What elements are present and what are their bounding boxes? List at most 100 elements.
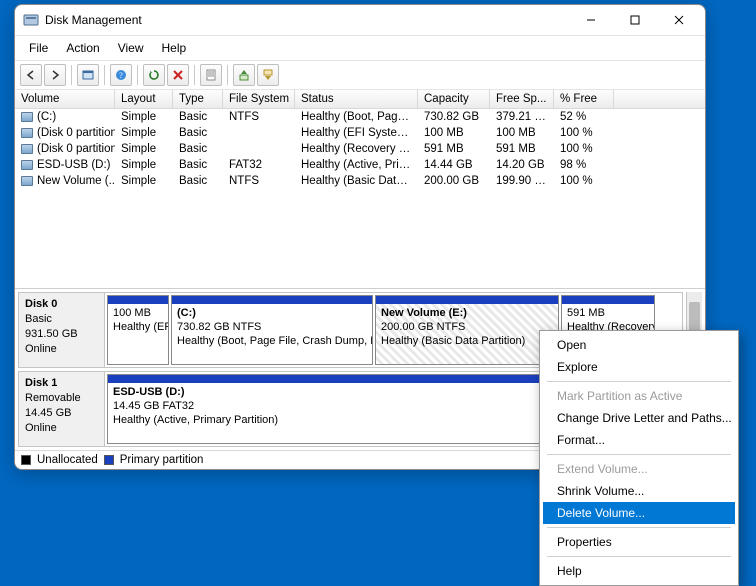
disk-kind: Basic (25, 312, 98, 327)
context-separator (547, 381, 731, 382)
window-controls (569, 5, 701, 35)
disk-state: Online (25, 421, 98, 436)
volume-type: Basic (173, 125, 223, 141)
partition-status: Healthy (Basic Data Partition) (381, 335, 553, 349)
menu-bar: File Action View Help (15, 35, 705, 60)
menu-view[interactable]: View (110, 38, 152, 58)
toolbar-separator (137, 65, 138, 85)
volume-row[interactable]: (Disk 0 partition 5)SimpleBasicHealthy (… (15, 141, 705, 157)
menu-action[interactable]: Action (58, 38, 107, 58)
volume-capacity: 591 MB (418, 141, 490, 157)
context-menu: OpenExplore Mark Partition as ActiveChang… (539, 330, 739, 586)
volume-name: (Disk 0 partition 1) (37, 127, 115, 139)
disk-size: 14.45 GB (25, 406, 98, 421)
partition-label: (C:) (177, 307, 367, 321)
volume-column-headers: Volume Layout Type File System Status Ca… (15, 90, 705, 109)
context-item: Extend Volume... (543, 458, 735, 480)
context-item[interactable]: Shrink Volume... (543, 480, 735, 502)
volume-free: 379.21 GB (490, 109, 554, 125)
volume-capacity: 200.00 GB (418, 173, 490, 189)
col-free-space[interactable]: Free Sp... (490, 90, 554, 108)
context-separator (547, 527, 731, 528)
volume-icon (21, 160, 33, 170)
minimize-button[interactable] (569, 5, 613, 35)
partition[interactable]: 100 MBHealthy (EFI S (107, 295, 169, 365)
volume-free: 591 MB (490, 141, 554, 157)
volume-name: (C:) (37, 111, 56, 123)
volume-free: 14.20 GB (490, 157, 554, 173)
context-separator (547, 454, 731, 455)
context-item[interactable]: Properties (543, 531, 735, 553)
toolbar-separator (104, 65, 105, 85)
volume-capacity: 730.82 GB (418, 109, 490, 125)
volume-filesystem: NTFS (223, 109, 295, 125)
help-icon[interactable]: ? (110, 64, 132, 86)
volume-type: Basic (173, 173, 223, 189)
partition[interactable]: New Volume (E:)200.00 GB NTFSHealthy (Ba… (375, 295, 559, 365)
properties-icon[interactable] (200, 64, 222, 86)
context-item[interactable]: Format... (543, 429, 735, 451)
yellow-down-icon[interactable] (257, 64, 279, 86)
context-item: Mark Partition as Active (543, 385, 735, 407)
refresh-icon[interactable] (143, 64, 165, 86)
delete-icon[interactable] (167, 64, 189, 86)
legend-label-unallocated: Unallocated (37, 454, 98, 466)
disk-info[interactable]: Disk 0Basic931.50 GBOnline (19, 293, 105, 367)
volume-free: 199.90 GB (490, 173, 554, 189)
context-separator (547, 556, 731, 557)
toolbar-separator (194, 65, 195, 85)
volume-status: Healthy (EFI System Partition) (295, 125, 418, 141)
disk-kind: Removable (25, 391, 98, 406)
context-item[interactable]: Open (543, 334, 735, 356)
back-icon[interactable] (20, 64, 42, 86)
volume-name: ESD-USB (D:) (37, 159, 110, 171)
partition[interactable]: (C:)730.82 GB NTFSHealthy (Boot, Page Fi… (171, 295, 373, 365)
volume-layout: Simple (115, 173, 173, 189)
volume-layout: Simple (115, 109, 173, 125)
partition-stripe (376, 296, 558, 304)
disk-name: Disk 1 (25, 376, 98, 391)
forward-icon[interactable] (44, 64, 66, 86)
partition-size: 100 MB (113, 307, 163, 321)
disk-info[interactable]: Disk 1Removable14.45 GBOnline (19, 372, 105, 446)
volume-free: 100 MB (490, 125, 554, 141)
col-status[interactable]: Status (295, 90, 418, 108)
volume-row[interactable]: (Disk 0 partition 1)SimpleBasicHealthy (… (15, 125, 705, 141)
legend-label-primary: Primary partition (120, 454, 204, 466)
volume-row[interactable]: ESD-USB (D:)SimpleBasicFAT32Healthy (Act… (15, 157, 705, 173)
context-item[interactable]: Delete Volume... (543, 502, 735, 524)
volume-status: Healthy (Basic Data Partition) (295, 173, 418, 189)
col-type[interactable]: Type (173, 90, 223, 108)
volume-layout: Simple (115, 157, 173, 173)
green-up-icon[interactable] (233, 64, 255, 86)
toolbar-separator (227, 65, 228, 85)
volume-type: Basic (173, 109, 223, 125)
maximize-button[interactable] (613, 5, 657, 35)
partition-status: Healthy (Boot, Page File, Crash Dump, Ba… (177, 335, 367, 349)
volume-icon (21, 176, 33, 186)
col-percent-free[interactable]: % Free (554, 90, 614, 108)
volume-percent-free: 100 % (554, 141, 614, 157)
volume-icon (21, 128, 33, 138)
svg-text:?: ? (119, 71, 123, 80)
volume-row[interactable]: New Volume (...SimpleBasicNTFSHealthy (B… (15, 173, 705, 189)
volume-icon (21, 144, 33, 154)
disk-size: 931.50 GB (25, 327, 98, 342)
context-item[interactable]: Explore (543, 356, 735, 378)
partition-label: New Volume (E:) (381, 307, 553, 321)
volume-percent-free: 100 % (554, 173, 614, 189)
menu-help[interactable]: Help (154, 38, 195, 58)
volume-row[interactable]: (C:)SimpleBasicNTFSHealthy (Boot, Page F… (15, 109, 705, 125)
col-layout[interactable]: Layout (115, 90, 173, 108)
context-item[interactable]: Help (543, 560, 735, 582)
col-volume[interactable]: Volume (15, 90, 115, 108)
volume-percent-free: 98 % (554, 157, 614, 173)
console-icon[interactable] (77, 64, 99, 86)
legend-swatch-primary (104, 455, 114, 465)
context-item[interactable]: Change Drive Letter and Paths... (543, 407, 735, 429)
col-capacity[interactable]: Capacity (418, 90, 490, 108)
close-button[interactable] (657, 5, 701, 35)
col-filesystem[interactable]: File System (223, 90, 295, 108)
volume-type: Basic (173, 157, 223, 173)
menu-file[interactable]: File (21, 38, 56, 58)
